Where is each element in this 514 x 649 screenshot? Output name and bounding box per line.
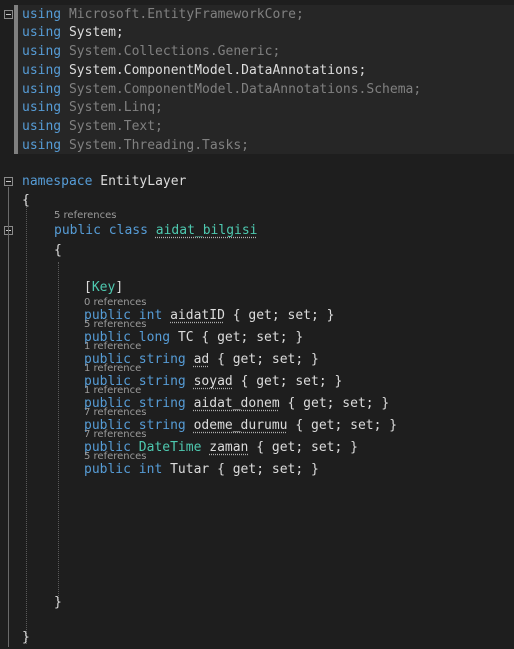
key-attribute: [Key]	[84, 280, 124, 295]
property-name: aidatID	[170, 308, 225, 323]
property-accessors: { get; set; }	[287, 396, 390, 411]
property-type: long	[138, 330, 171, 345]
class-close-brace: }	[54, 595, 62, 610]
code-editor[interactable]: using Microsoft.EntityFrameworkCore; usin…	[0, 0, 514, 649]
property-type: int	[138, 462, 163, 477]
property-name: Tutar	[170, 462, 210, 477]
fold-usings-icon[interactable]	[4, 10, 13, 19]
using-namespace: System.ComponentModel.DataAnnotations;	[68, 63, 367, 78]
property-name: aidat_donem	[193, 396, 280, 411]
fold-namespace-icon[interactable]	[4, 177, 13, 186]
property-name: soyad	[193, 374, 233, 389]
property-accessors: { get; set; }	[256, 440, 358, 455]
using-directive: using System.Collections.Generic;	[22, 42, 280, 61]
using-keyword: using	[22, 119, 62, 134]
using-keyword: using	[22, 44, 62, 59]
using-directive: using System.Linq;	[22, 98, 163, 117]
property-name: zaman	[209, 440, 249, 455]
using-directive: using System.Threading.Tasks;	[22, 136, 249, 155]
using-namespace: Microsoft.EntityFrameworkCore;	[68, 7, 304, 22]
indent-guide	[58, 262, 59, 602]
property-type: string	[138, 374, 186, 389]
namespace-open-brace: {	[22, 193, 30, 208]
using-directive: using Microsoft.EntityFrameworkCore;	[22, 5, 304, 24]
class-declaration: public class aidat_bilgisi	[54, 223, 258, 238]
using-keyword: using	[22, 82, 62, 97]
namespace-declaration: namespace EntityLayer	[22, 174, 187, 189]
indent-guide	[26, 198, 27, 644]
using-namespace: System.Collections.Generic;	[68, 44, 281, 59]
using-directive: using System.ComponentModel.DataAnnotati…	[22, 61, 366, 80]
using-directive: using System.Text;	[22, 117, 163, 136]
property-type: string	[138, 352, 186, 367]
property-accessors: { get; set; }	[217, 462, 319, 477]
class-outline-guide	[8, 236, 9, 606]
outlining-bar	[14, 5, 18, 154]
using-namespace: System.ComponentModel.DataAnnotations.Sc…	[68, 82, 422, 97]
using-namespace: System.Linq;	[68, 100, 163, 115]
using-keyword: using	[22, 7, 62, 22]
using-namespace: System.Text;	[68, 119, 163, 134]
property-accessors: { get; set; }	[295, 418, 398, 433]
namespace-close-brace: }	[22, 630, 30, 645]
using-namespace: System.Threading.Tasks;	[68, 138, 249, 153]
property-name: odeme_durumu	[193, 418, 288, 433]
using-namespace: System;	[68, 25, 124, 40]
property-accessors: { get; set; }	[217, 352, 319, 367]
using-keyword: using	[22, 138, 62, 153]
property-name: ad	[193, 352, 210, 367]
property-modifier: public	[84, 462, 131, 477]
property-accessors: { get; set; }	[232, 308, 335, 323]
using-keyword: using	[22, 100, 62, 115]
class-open-brace: {	[54, 243, 62, 258]
using-keyword: using	[22, 25, 62, 40]
property-type: DateTime	[138, 440, 202, 455]
property-accessors: { get; set; }	[240, 374, 343, 389]
using-directive: using System.ComponentModel.DataAnnotati…	[22, 80, 421, 99]
property-declaration: public int Tutar { get; set; }	[84, 460, 319, 479]
property-accessors: { get; set; }	[201, 330, 304, 345]
using-directive: using System;	[22, 23, 124, 42]
property-name: TC	[177, 330, 194, 345]
using-keyword: using	[22, 63, 62, 78]
